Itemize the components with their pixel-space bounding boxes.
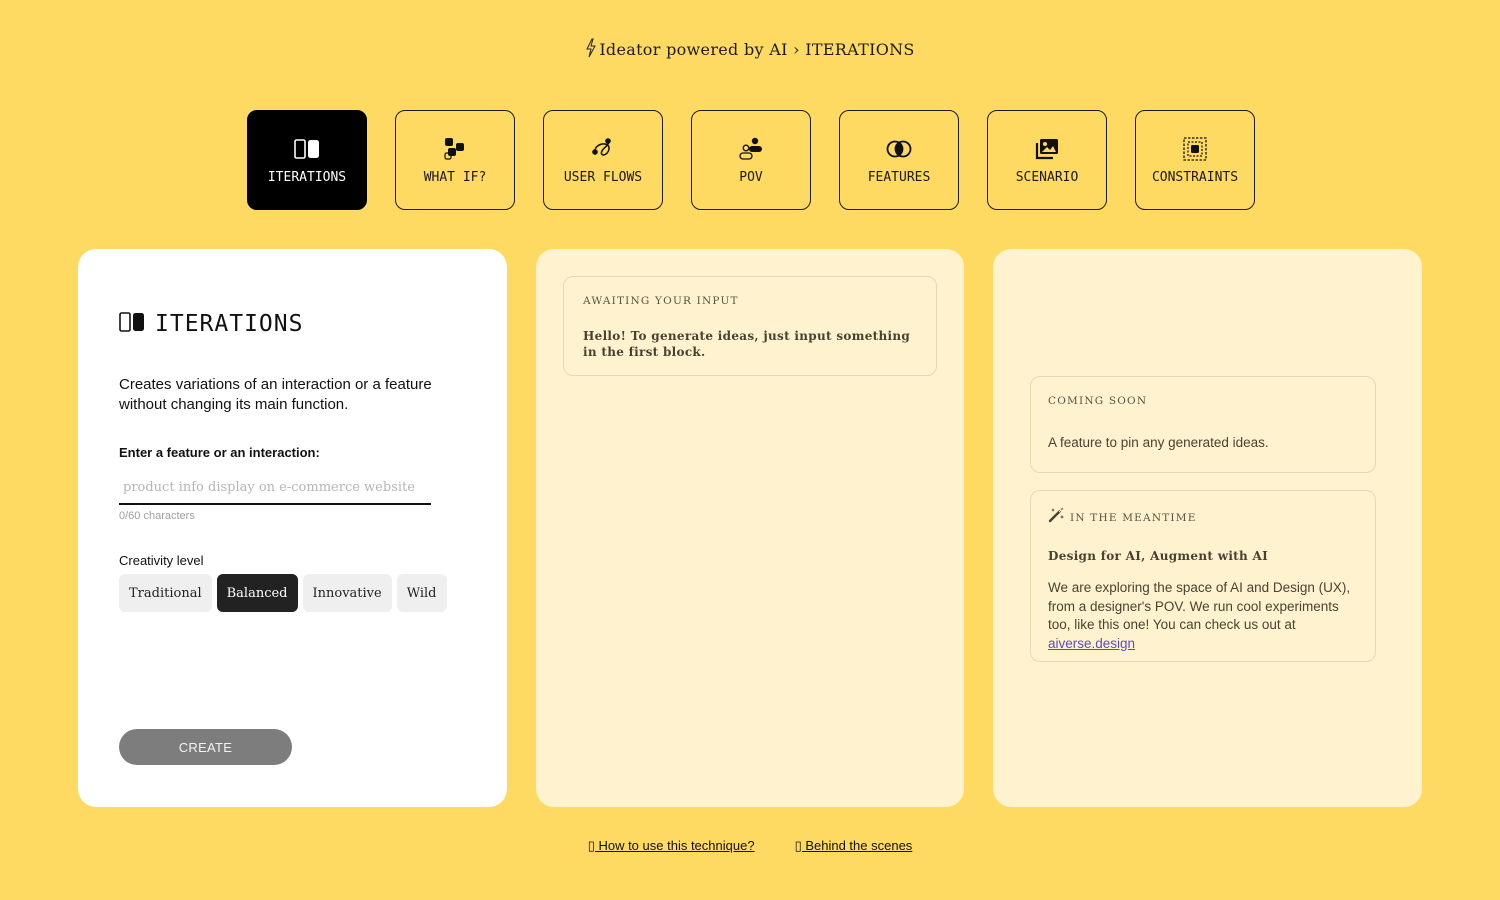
card-title: Design for AI, Augment with AI bbox=[1048, 549, 1269, 563]
input-panel: ITERATIONS Creates variations of an inte… bbox=[78, 249, 507, 807]
tab-label: FEATURES bbox=[867, 169, 931, 185]
technique-tabs: ITERATIONS WHAT IF? USER FLOWS POV FEATU… bbox=[247, 110, 1255, 210]
panel-title: ITERATIONS bbox=[119, 311, 303, 337]
magic-wand-icon bbox=[1048, 507, 1065, 528]
character-counter: 0/60 characters bbox=[119, 510, 195, 522]
users-icon bbox=[737, 136, 765, 162]
tab-what-if[interactable]: WHAT IF? bbox=[395, 110, 515, 210]
split-columns-icon bbox=[293, 136, 321, 162]
creativity-level-selector: Traditional Balanced Innovative Wild bbox=[119, 574, 447, 612]
meantime-card: IN THE MEANTIME Design for AI, Augment w… bbox=[1030, 490, 1376, 662]
coming-soon-card: COMING SOON A feature to pin any generat… bbox=[1030, 376, 1376, 473]
card-body-text: We are exploring the space of AI and Des… bbox=[1048, 580, 1351, 632]
card-eyebrow: COMING SOON bbox=[1048, 395, 1148, 407]
tab-iterations[interactable]: ITERATIONS bbox=[247, 110, 367, 210]
behind-the-scenes-link[interactable]: ▯ Behind the scenes bbox=[795, 838, 913, 854]
card-message: Hello! To generate ideas, just input som… bbox=[583, 329, 911, 359]
feature-field-label: Enter a feature or an interaction: bbox=[119, 445, 320, 460]
panel-title-text: ITERATIONS bbox=[155, 311, 304, 337]
footer-links: ▯ How to use this technique? ▯ Behind th… bbox=[0, 838, 1500, 854]
creativity-innovative-button[interactable]: Innovative bbox=[302, 574, 392, 612]
creativity-traditional-button[interactable]: Traditional bbox=[119, 574, 212, 612]
card-eyebrow: IN THE MEANTIME bbox=[1070, 511, 1197, 524]
creativity-level-label: Creativity level bbox=[119, 553, 204, 568]
technique-description: Creates variations of an interaction or … bbox=[119, 376, 432, 413]
tab-label: ITERATIONS bbox=[267, 169, 347, 185]
overlapping-circles-icon bbox=[885, 136, 913, 162]
tab-pov[interactable]: POV bbox=[691, 110, 811, 210]
tab-scenario[interactable]: SCENARIO bbox=[987, 110, 1107, 210]
creativity-balanced-button[interactable]: Balanced bbox=[216, 574, 298, 612]
flow-path-icon bbox=[589, 136, 617, 162]
lightning-bolt-icon bbox=[585, 38, 597, 62]
feature-input[interactable] bbox=[119, 471, 431, 505]
create-button[interactable]: CREATE bbox=[119, 729, 292, 765]
creativity-wild-button[interactable]: Wild bbox=[396, 574, 447, 612]
card-body: We are exploring the space of AI and Des… bbox=[1048, 579, 1358, 653]
tab-label: USER FLOWS bbox=[563, 169, 643, 185]
tab-user-flows[interactable]: USER FLOWS bbox=[543, 110, 663, 210]
how-to-use-link[interactable]: ▯ How to use this technique? bbox=[588, 838, 755, 854]
tab-label: POV bbox=[739, 169, 763, 185]
tab-label: CONSTRAINTS bbox=[1151, 169, 1239, 185]
app-name: Ideator powered by AI bbox=[599, 40, 788, 59]
breadcrumb-current: ITERATIONS bbox=[805, 40, 915, 59]
tab-constraints[interactable]: CONSTRAINTS bbox=[1135, 110, 1255, 210]
aiverse-link[interactable]: aiverse.design bbox=[1048, 636, 1135, 651]
card-eyebrow: AWAITING YOUR INPUT bbox=[583, 295, 739, 307]
page-header: Ideator powered by AI › ITERATIONS bbox=[0, 38, 1500, 62]
card-body: A feature to pin any generated ideas. bbox=[1048, 435, 1269, 450]
results-panel: AWAITING YOUR INPUT Hello! To generate i… bbox=[536, 249, 964, 807]
images-icon bbox=[1033, 136, 1061, 162]
info-panel: COMING SOON A feature to pin any generat… bbox=[993, 249, 1422, 807]
tab-label: SCENARIO bbox=[1015, 169, 1079, 185]
dashed-frame-icon bbox=[1181, 136, 1209, 162]
tab-label: WHAT IF? bbox=[423, 169, 487, 185]
split-columns-icon bbox=[119, 311, 145, 337]
tab-features[interactable]: FEATURES bbox=[839, 110, 959, 210]
shapes-cluster-icon bbox=[441, 136, 469, 162]
breadcrumb-separator: › bbox=[793, 40, 800, 59]
awaiting-input-card: AWAITING YOUR INPUT Hello! To generate i… bbox=[563, 276, 937, 376]
